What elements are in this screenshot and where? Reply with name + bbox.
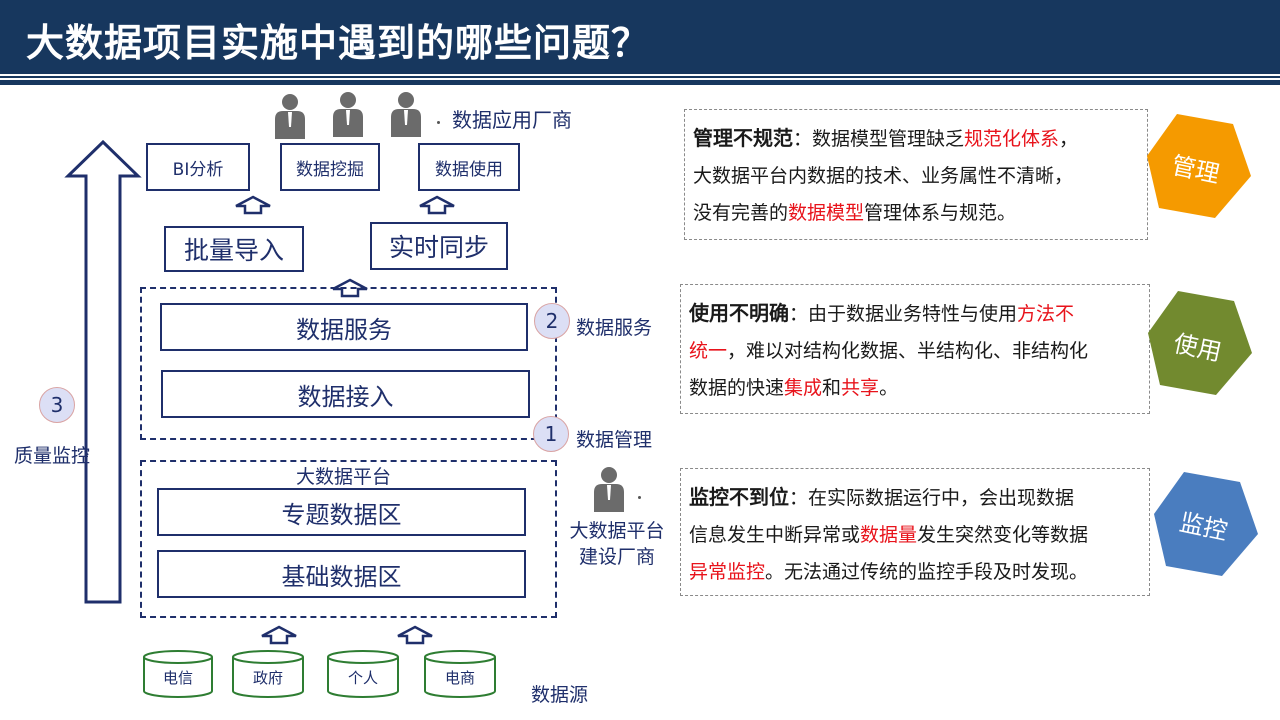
issue-3-highlight: 异常监控 xyxy=(689,561,766,583)
vendor-app-label: 数据应用厂商 xyxy=(452,108,572,132)
issue-3-sep: ： xyxy=(789,487,809,509)
up-arrow-icon xyxy=(419,195,455,215)
marker-1-label: 数据管理 xyxy=(576,429,653,451)
data-service-box: 数据服务 xyxy=(160,303,528,351)
issue-1-text: 没有完善的 xyxy=(693,202,789,224)
issue-1-line-1: 管理不规范：数据模型管理缺乏规范化体系， xyxy=(693,120,1139,158)
title-bar: 大数据项目实施中遇到的哪些问题？ xyxy=(0,0,1280,74)
vendor-person-icon-2 xyxy=(333,92,363,137)
header-rule-thin xyxy=(0,76,1280,78)
up-arrow-icon xyxy=(261,625,297,645)
header-rule-thick xyxy=(0,80,1280,85)
issue-2-text: ，难以对结构化数据、半结构化、非结构化 xyxy=(727,340,1089,362)
app-box-mining: 数据挖掘 xyxy=(280,143,380,191)
issue-2-text: 。 xyxy=(879,377,899,399)
source-label-personal: 个人 xyxy=(347,669,378,687)
quality-monitor-arrow-icon xyxy=(64,140,142,604)
platform-vendor-line-1: 大数据平台 xyxy=(569,520,665,542)
vendor-person-icon-1 xyxy=(275,94,305,139)
marker-3: 3 xyxy=(39,387,75,423)
issue-1-line-2: 大数据平台内数据的技术、业务属性不清晰， xyxy=(693,165,1074,187)
issue-2-text: 和 xyxy=(822,377,842,399)
issue-panel-monitoring: 监控不到位：在实际数据运行中，会出现数据 信息发生中断异常或数据量发生突然变化等… xyxy=(680,468,1150,596)
data-source-label: 数据源 xyxy=(531,684,589,706)
issue-2-highlight: 方法不 xyxy=(1017,303,1075,325)
issue-3-text: 。无法通过传统的监控手段及时发现。 xyxy=(765,561,1089,583)
platform-vendor-label: 大数据平台 建设厂商 xyxy=(562,518,672,570)
source-label-ecommerce: 电商 xyxy=(444,669,475,687)
vendor-person-icon-3 xyxy=(391,92,421,137)
app-box-bi: BI分析 xyxy=(146,143,250,191)
issue-3-text: 在实际数据运行中，会出现数据 xyxy=(808,487,1075,509)
marker-1: 1 xyxy=(533,416,569,452)
issue-3-text: 信息发生中断异常或 xyxy=(689,524,861,546)
issue-3-text: 发生突然变化等数据 xyxy=(917,524,1089,546)
issue-2-line-1: 使用不明确：由于数据业务特性与使用方法不 xyxy=(689,295,1141,333)
issue-2-line-2: 统一，难以对结构化数据、半结构化、非结构化 xyxy=(689,333,1141,370)
sync-box-realtime: 实时同步 xyxy=(370,222,508,270)
issue-1-highlight: 数据模型 xyxy=(788,202,865,224)
vendor-dot xyxy=(638,496,641,499)
issue-2-text: 由于数据业务特性与使用 xyxy=(808,303,1018,325)
issue-3-line-1: 监控不到位：在实际数据运行中，会出现数据 xyxy=(689,479,1141,517)
marker-3-label: 质量监控 xyxy=(14,445,91,467)
issue-1-sep: ： xyxy=(793,128,813,150)
vendor-dot xyxy=(437,121,440,124)
issue-3-line-2: 信息发生中断异常或数据量发生突然变化等数据 xyxy=(689,517,1141,554)
source-label-government: 政府 xyxy=(252,669,283,687)
issue-2-text: 数据的快速 xyxy=(689,377,785,399)
data-access-box: 数据接入 xyxy=(161,370,530,418)
issue-2-sep: ： xyxy=(789,303,809,325)
sync-box-batch: 批量导入 xyxy=(164,226,304,272)
issue-2-highlight: 集成 xyxy=(784,377,823,399)
marker-2-label: 数据服务 xyxy=(576,317,653,339)
platform-vendor-person-icon xyxy=(594,467,624,512)
issue-panel-management: 管理不规范：数据模型管理缺乏规范化体系， 大数据平台内数据的技术、业务属性不清晰… xyxy=(684,109,1148,240)
platform-vendor-line-2: 建设厂商 xyxy=(578,546,655,568)
issue-1-highlight: 规范化体系 xyxy=(964,128,1060,150)
topic-data-box: 专题数据区 xyxy=(157,488,526,536)
issue-1-text: 数据模型管理缺乏 xyxy=(812,128,965,150)
up-arrow-icon xyxy=(235,195,271,215)
app-box-usage: 数据使用 xyxy=(418,143,520,191)
issue-2-highlight: 统一 xyxy=(689,340,728,362)
base-data-box: 基础数据区 xyxy=(157,550,526,598)
issue-2-highlight: 共享 xyxy=(841,377,880,399)
issue-panel-usage: 使用不明确：由于数据业务特性与使用方法不 统一，难以对结构化数据、半结构化、非结… xyxy=(680,284,1150,414)
source-label-telecom: 电信 xyxy=(162,669,193,687)
platform-label: 大数据平台 xyxy=(296,466,392,488)
issue-2-line-3: 数据的快速集成和共享。 xyxy=(689,370,1141,407)
marker-2: 2 xyxy=(534,303,570,339)
page-title: 大数据项目实施中遇到的哪些问题？ xyxy=(26,21,651,65)
issue-1-keyword: 管理不规范 xyxy=(693,126,793,150)
issue-1-line-3: 没有完善的数据模型管理体系与规范。 xyxy=(693,195,1139,232)
issue-1-text: ， xyxy=(1059,128,1079,150)
issue-3-line-3: 异常监控。无法通过传统的监控手段及时发现。 xyxy=(689,554,1141,591)
issue-3-highlight: 数据量 xyxy=(860,524,918,546)
up-arrow-icon xyxy=(397,625,433,645)
issue-1-text: 管理体系与规范。 xyxy=(864,202,1017,224)
issue-2-keyword: 使用不明确 xyxy=(689,301,789,325)
issue-3-keyword: 监控不到位 xyxy=(689,485,789,509)
